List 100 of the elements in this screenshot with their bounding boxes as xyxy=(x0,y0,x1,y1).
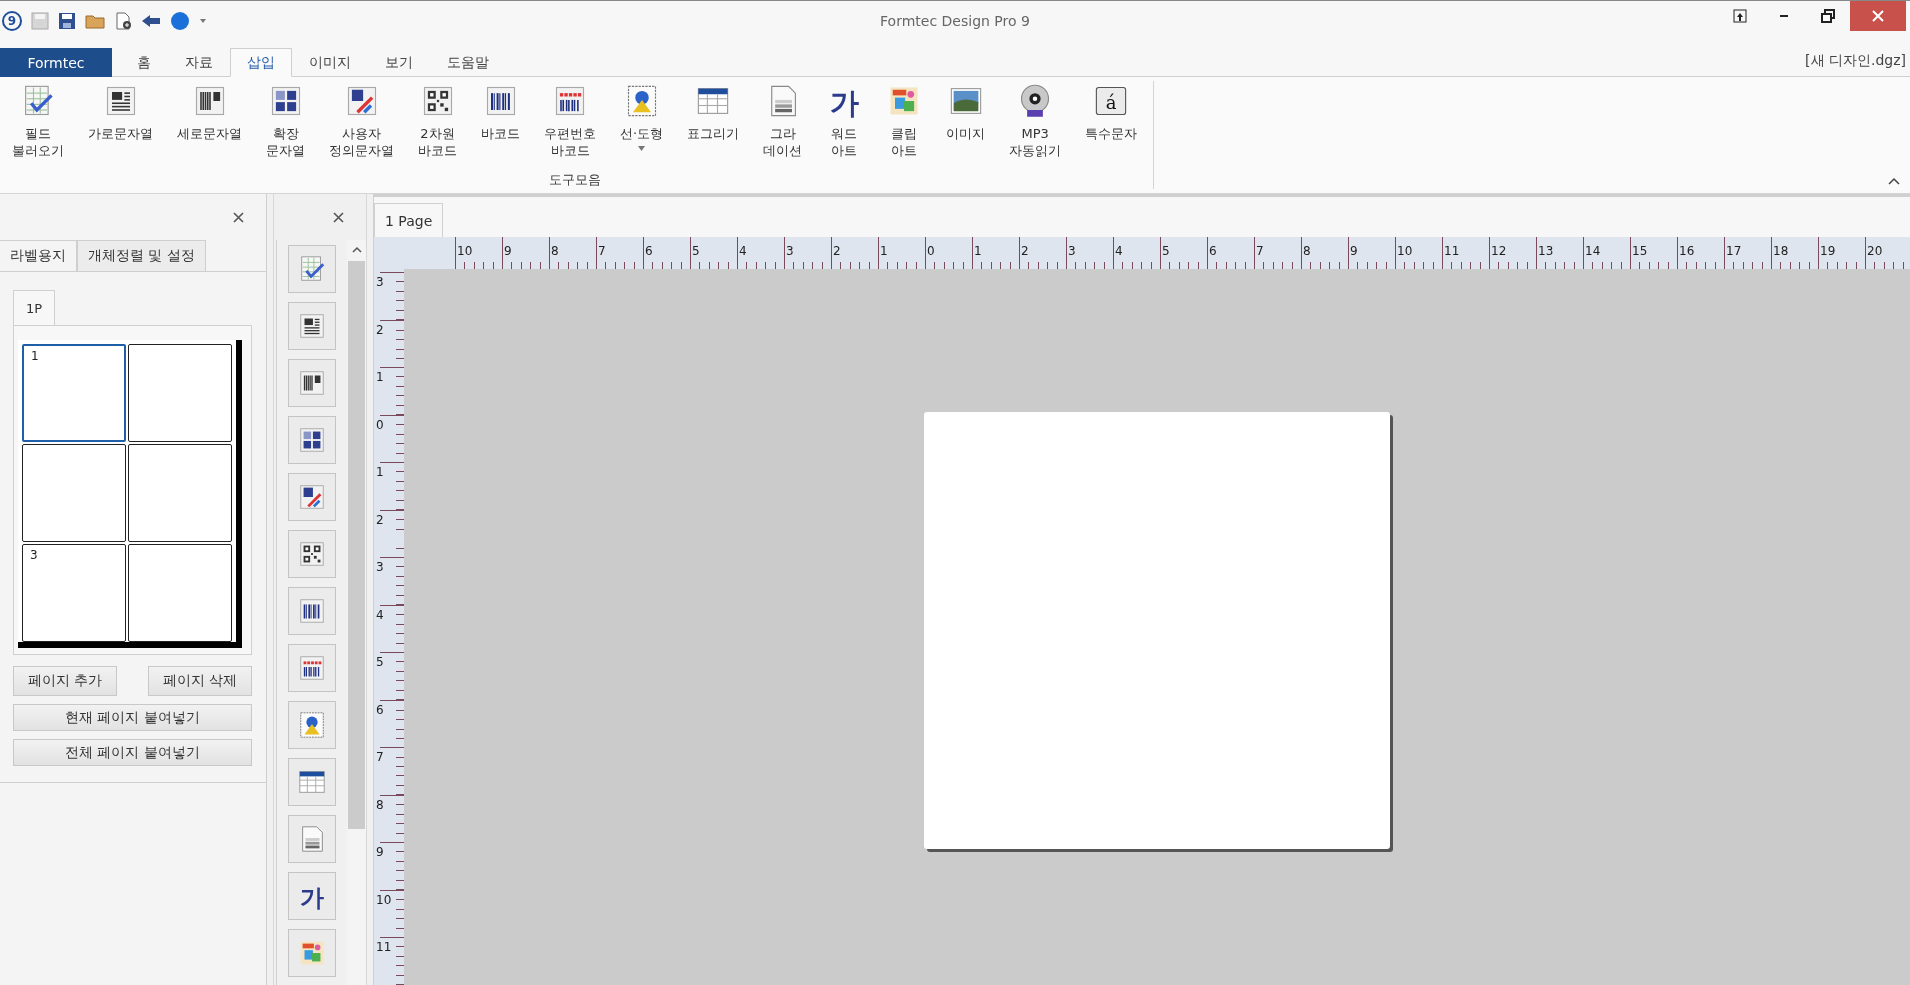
ribbon-tool-button[interactable]: 가로문자열 xyxy=(76,81,165,144)
close-button[interactable] xyxy=(1850,1,1906,31)
ribbon-tab[interactable]: 이미지 xyxy=(292,48,368,77)
ruler-number: 2 xyxy=(376,323,384,337)
ruler-number: 9 xyxy=(504,245,512,258)
new-document-icon[interactable] xyxy=(114,12,132,30)
ruler-number: 3 xyxy=(1068,245,1076,258)
close-icon[interactable] xyxy=(233,211,244,223)
ruler-number: 13 xyxy=(1538,245,1554,258)
panel-tab[interactable]: 라벨용지 xyxy=(0,240,77,272)
ribbon-tool-button[interactable]: MP3 자동읽기 xyxy=(997,81,1074,161)
ribbon-tab[interactable]: 홈 xyxy=(120,48,168,77)
folder-icon[interactable] xyxy=(85,12,105,30)
ribbon-tool-button[interactable]: 이미지 xyxy=(934,81,998,144)
ruler-number: 10 xyxy=(376,893,392,907)
ribbon-tool-button[interactable]: 세로문자열 xyxy=(165,81,254,144)
ribbon-tool-button[interactable]: 바코드 xyxy=(469,81,532,144)
ruler-number: 0 xyxy=(376,418,384,432)
toolbox-button[interactable] xyxy=(288,359,336,407)
ribbon-tab[interactable]: 보기 xyxy=(368,48,430,77)
paste-page-button[interactable]: 현재 페이지 붙여넣기 xyxy=(13,704,252,731)
ribbon-tab[interactable]: 자료 xyxy=(168,48,230,77)
ruler-number: 20 xyxy=(1867,245,1883,258)
scroll-up-icon[interactable] xyxy=(351,246,362,253)
app-menu-button[interactable]: Formtec xyxy=(0,48,112,77)
label-cell[interactable] xyxy=(128,344,232,442)
scrollbar-thumb[interactable] xyxy=(348,261,365,829)
ruler-number: 14 xyxy=(1585,245,1601,258)
ribbon-tool-button[interactable]: 필드 불러오기 xyxy=(0,81,76,161)
text-lines-icon xyxy=(297,311,327,341)
label-cell[interactable] xyxy=(128,444,232,542)
label-cell[interactable]: 1 xyxy=(22,344,126,442)
ruler-number: 18 xyxy=(1773,245,1789,258)
ruler-number: 5 xyxy=(376,656,384,669)
ribbon-tool-button[interactable]: 그라 데이션 xyxy=(751,81,815,161)
ruler-number: 1 xyxy=(376,466,384,479)
scrollbar[interactable] xyxy=(347,240,366,985)
ribbon-tool-button[interactable]: á 특수문자 xyxy=(1073,81,1150,144)
document-name: [새 디자인.dgz] xyxy=(1805,52,1906,70)
ruler-number: 7 xyxy=(1256,245,1264,258)
collapse-ribbon-icon[interactable] xyxy=(1888,177,1900,185)
ribbon-tool-button[interactable]: 표그리기 xyxy=(675,81,752,144)
postal-barcode-icon xyxy=(297,653,327,683)
toolbox-button[interactable] xyxy=(288,701,336,749)
toolbox-button[interactable]: 가 xyxy=(288,872,336,920)
ribbon-tool-button[interactable]: 확장 문자열 xyxy=(254,81,317,161)
close-icon xyxy=(1872,10,1884,22)
label-cell[interactable]: 3 xyxy=(22,544,126,642)
ruler-number: 3 xyxy=(376,561,384,574)
circle-icon[interactable] xyxy=(170,11,190,31)
paste-page-button[interactable]: 전체 페이지 붙여넣기 xyxy=(13,739,252,766)
ruler-number: 3 xyxy=(786,245,794,258)
ruler-number: 1 xyxy=(974,245,982,258)
label-number: 1 xyxy=(31,349,39,363)
ruler-number: 1 xyxy=(376,371,384,384)
ruler-number: 11 xyxy=(376,941,392,954)
ribbon-tool-button[interactable]: 2차원 바코드 xyxy=(406,81,469,161)
toolbox-button[interactable] xyxy=(288,587,336,635)
minimize-icon xyxy=(1779,14,1789,18)
ruler-number: 8 xyxy=(551,245,559,258)
panel-tab[interactable]: 개체정렬 및 설정 xyxy=(77,240,206,272)
label-number: 3 xyxy=(30,548,38,562)
ribbon-tool-button[interactable]: 선·도형 xyxy=(608,81,676,153)
ruler-number: 8 xyxy=(1303,245,1311,258)
ribbon-tool-button[interactable]: 가 워드 아트 xyxy=(814,81,875,161)
label-cell[interactable] xyxy=(128,544,232,642)
toolbox-button[interactable] xyxy=(288,302,336,350)
window-pin-icon xyxy=(1733,9,1747,23)
ruler-number: 7 xyxy=(598,245,606,258)
ruler-number: 7 xyxy=(376,751,384,764)
page-action-button[interactable]: 페이지 추가 xyxy=(13,666,118,696)
ruler-number: 2 xyxy=(1021,245,1029,258)
label-cell[interactable] xyxy=(22,444,126,542)
ruler-number: 16 xyxy=(1679,245,1695,258)
ruler-number: 15 xyxy=(1632,245,1648,258)
toolbox-button[interactable] xyxy=(288,416,336,464)
page-tab[interactable]: 1P xyxy=(13,290,55,326)
caret-icon[interactable] xyxy=(199,18,207,24)
ribbon-tool-button[interactable]: 클립 아트 xyxy=(874,81,935,161)
ribbon-tool-button[interactable]: 사용자 정의문자열 xyxy=(317,81,406,161)
ruler-number: 6 xyxy=(1209,245,1217,258)
ribbon-tab[interactable]: 삽입 xyxy=(230,48,292,77)
back-arrow-icon[interactable] xyxy=(141,13,161,29)
ruler-number: 10 xyxy=(457,245,473,258)
toolbox-button[interactable] xyxy=(288,758,336,806)
save-as-icon[interactable] xyxy=(58,12,76,30)
ruler-number: 9 xyxy=(1350,245,1358,258)
page-action-button[interactable]: 페이지 삭제 xyxy=(147,666,252,696)
ruler-number: 1 xyxy=(880,245,888,258)
ribbon-tab[interactable]: 도움말 xyxy=(430,48,506,77)
toolbox-button[interactable] xyxy=(288,530,336,578)
page-tab[interactable]: 1 Page xyxy=(374,203,444,237)
ruler-number: 6 xyxy=(645,245,653,258)
close-icon[interactable] xyxy=(333,211,344,223)
toolbox-button[interactable] xyxy=(288,473,336,521)
app-logo[interactable]: 9 xyxy=(2,11,22,31)
shape-frame-icon xyxy=(297,710,327,740)
ruler-number: 4 xyxy=(1115,245,1123,258)
ribbon-tool-button[interactable]: 우편번호 바코드 xyxy=(532,81,608,161)
toolbox-button[interactable] xyxy=(288,644,336,692)
